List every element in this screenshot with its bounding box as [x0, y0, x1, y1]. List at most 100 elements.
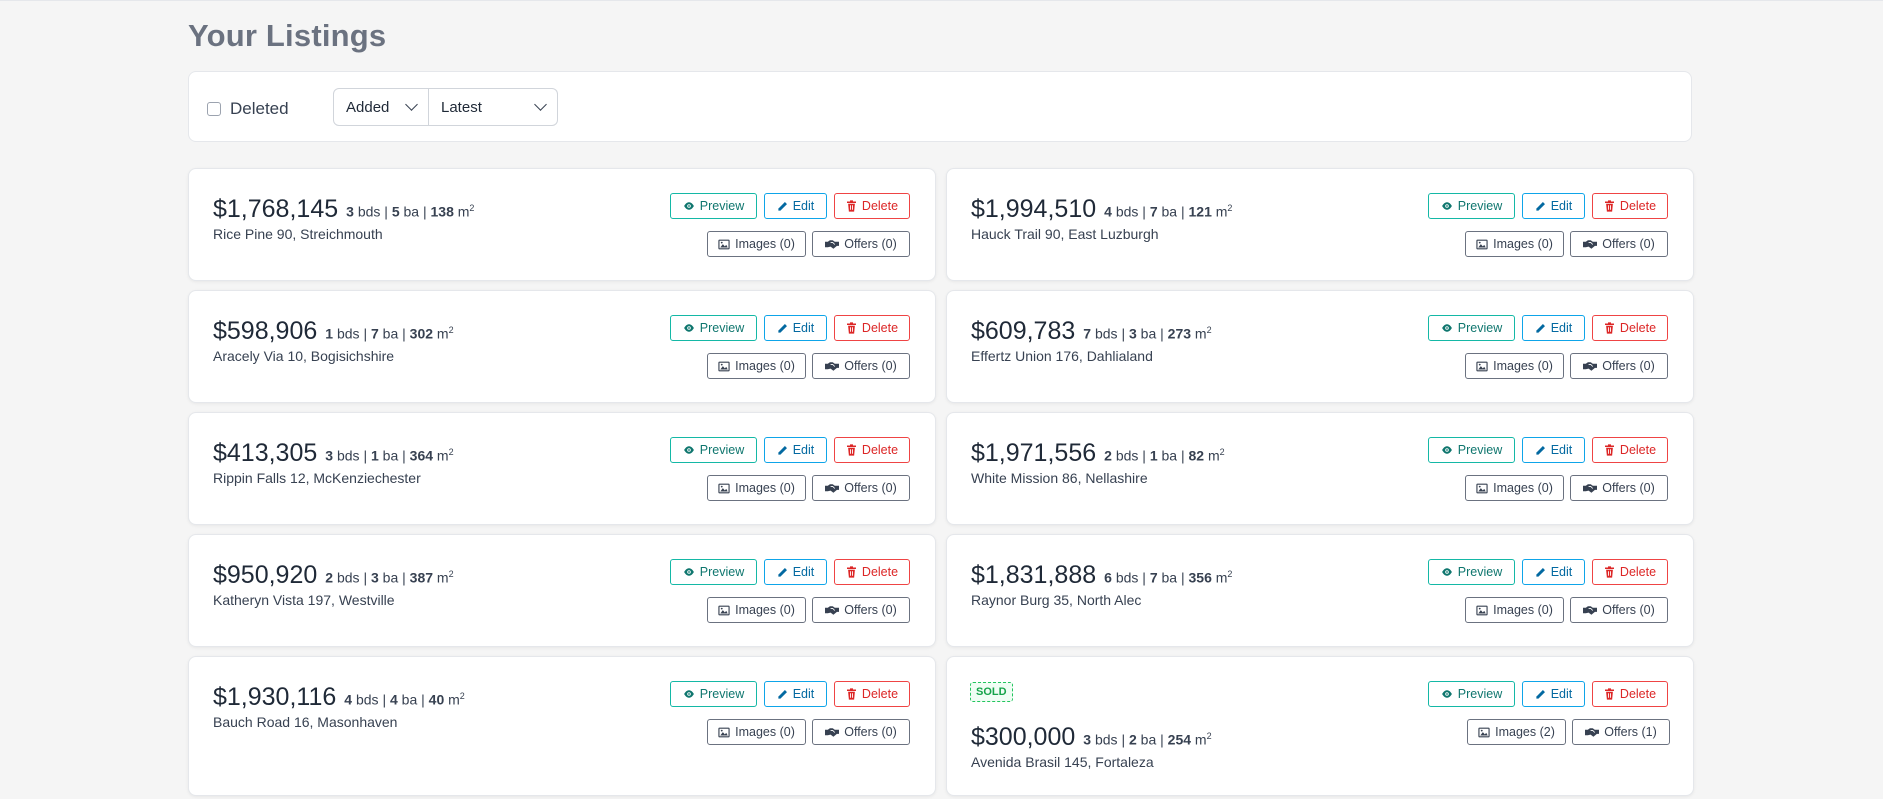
delete-button[interactable]: Delete: [1592, 559, 1668, 585]
delete-button[interactable]: Delete: [1592, 437, 1668, 463]
offers-label: Offers (0): [844, 725, 897, 739]
sort-order-select[interactable]: Latest: [429, 88, 558, 126]
images-button[interactable]: Images (0): [1465, 353, 1564, 379]
deleted-checkbox[interactable]: [207, 102, 221, 116]
images-button[interactable]: Images (2): [1467, 719, 1566, 745]
baths-value: 4: [389, 692, 398, 708]
separator: |: [1160, 732, 1164, 748]
delete-button[interactable]: Delete: [834, 681, 910, 707]
area-superscript: 2: [1227, 203, 1233, 214]
images-label: Images (0): [735, 237, 795, 251]
deleted-label: Deleted: [230, 99, 289, 118]
offers-button[interactable]: Offers (0): [812, 597, 910, 623]
listing-card: $1,994,510 4 bds | 7 ba | 121 m2 Hauck T…: [946, 168, 1694, 281]
offers-button[interactable]: Offers (0): [1570, 597, 1668, 623]
baths-unit: ba: [1140, 732, 1157, 748]
preview-button[interactable]: Preview: [670, 681, 757, 707]
edit-button[interactable]: Edit: [764, 315, 827, 341]
delete-label: Delete: [1619, 321, 1657, 335]
separator: |: [402, 448, 406, 464]
preview-button[interactable]: Preview: [1428, 559, 1515, 585]
preview-button[interactable]: Preview: [1428, 437, 1515, 463]
edit-button[interactable]: Edit: [764, 437, 827, 463]
preview-button[interactable]: Preview: [670, 559, 757, 585]
image-icon: [718, 361, 730, 371]
delete-button[interactable]: Delete: [1592, 193, 1668, 219]
edit-button[interactable]: Edit: [1522, 559, 1585, 585]
listing-card: $1,768,145 3 bds | 5 ba | 138 m2 Rice Pi…: [188, 168, 936, 281]
edit-button[interactable]: Edit: [764, 193, 827, 219]
images-button[interactable]: Images (0): [707, 719, 806, 745]
images-button[interactable]: Images (0): [707, 231, 806, 257]
image-icon: [1476, 605, 1488, 615]
images-button[interactable]: Images (0): [1465, 475, 1564, 501]
eye-icon: [683, 690, 694, 698]
delete-button[interactable]: Delete: [1592, 315, 1668, 341]
listing-specs: 7 bds | 3 ba | 273 m2: [1083, 325, 1211, 342]
listing-address: Aracely Via 10, Bogisichshire: [213, 348, 395, 364]
edit-button[interactable]: Edit: [1522, 315, 1585, 341]
preview-button[interactable]: Preview: [670, 315, 757, 341]
area-value: 356: [1188, 570, 1212, 586]
edit-button[interactable]: Edit: [764, 681, 827, 707]
baths-unit: ba: [1140, 326, 1157, 342]
listing-card: $950,920 2 bds | 3 ba | 387 m2 Katheryn …: [188, 534, 936, 647]
offers-button[interactable]: Offers (0): [812, 353, 910, 379]
listing-specs: 1 bds | 7 ba | 302 m2: [325, 325, 453, 342]
edit-button[interactable]: Edit: [1522, 681, 1585, 707]
delete-button[interactable]: Delete: [834, 315, 910, 341]
preview-button[interactable]: Preview: [1428, 315, 1515, 341]
images-label: Images (0): [735, 603, 795, 617]
baths-value: 7: [370, 326, 379, 342]
offers-button[interactable]: Offers (0): [1570, 231, 1668, 257]
eye-icon: [683, 202, 694, 210]
preview-button[interactable]: Preview: [1428, 681, 1515, 707]
listing-card: SOLD $300,000 3 bds | 2 ba | 254 m2 Aven…: [946, 656, 1694, 796]
images-button[interactable]: Images (0): [1465, 597, 1564, 623]
preview-label: Preview: [1457, 565, 1503, 579]
offers-button[interactable]: Offers (0): [1570, 475, 1668, 501]
images-button[interactable]: Images (0): [1465, 231, 1564, 257]
preview-button[interactable]: Preview: [670, 193, 757, 219]
deleted-filter[interactable]: Deleted: [207, 99, 289, 119]
preview-button[interactable]: Preview: [1428, 193, 1515, 219]
page-title: Your Listings: [188, 18, 387, 53]
image-icon: [1478, 727, 1490, 737]
offers-button[interactable]: Offers (0): [1570, 353, 1668, 379]
area-superscript: 2: [1206, 325, 1212, 336]
preview-label: Preview: [699, 565, 745, 579]
baths-value: 3: [1128, 326, 1137, 342]
delete-button[interactable]: Delete: [834, 193, 910, 219]
images-button[interactable]: Images (0): [707, 475, 806, 501]
preview-button[interactable]: Preview: [670, 437, 757, 463]
offers-button[interactable]: Offers (0): [812, 475, 910, 501]
preview-label: Preview: [699, 687, 745, 701]
delete-button[interactable]: Delete: [1592, 681, 1668, 707]
preview-label: Preview: [1457, 199, 1503, 213]
area-value: 254: [1167, 732, 1192, 748]
images-button[interactable]: Images (0): [707, 353, 806, 379]
offers-button[interactable]: Offers (0): [812, 231, 910, 257]
eye-icon: [1441, 568, 1452, 576]
delete-button[interactable]: Delete: [834, 437, 910, 463]
pencil-icon: [778, 445, 787, 455]
handshake-icon: [825, 361, 840, 371]
sort-field-select[interactable]: Added: [333, 88, 429, 126]
edit-button[interactable]: Edit: [764, 559, 827, 585]
edit-label: Edit: [792, 687, 815, 701]
images-button[interactable]: Images (0): [707, 597, 806, 623]
edit-button[interactable]: Edit: [1522, 437, 1585, 463]
offers-button[interactable]: Offers (0): [812, 719, 910, 745]
chevron-down-icon: [405, 98, 418, 111]
edit-label: Edit: [792, 321, 815, 335]
offers-button[interactable]: Offers (1): [1572, 719, 1670, 745]
baths-unit: ba: [403, 204, 420, 220]
pencil-icon: [1536, 323, 1545, 333]
area-value: 387: [409, 570, 434, 586]
image-icon: [1476, 239, 1488, 249]
delete-button[interactable]: Delete: [834, 559, 910, 585]
beds-value: 3: [1083, 732, 1092, 748]
pencil-icon: [1536, 567, 1545, 577]
offers-label: Offers (0): [844, 603, 897, 617]
edit-button[interactable]: Edit: [1522, 193, 1585, 219]
